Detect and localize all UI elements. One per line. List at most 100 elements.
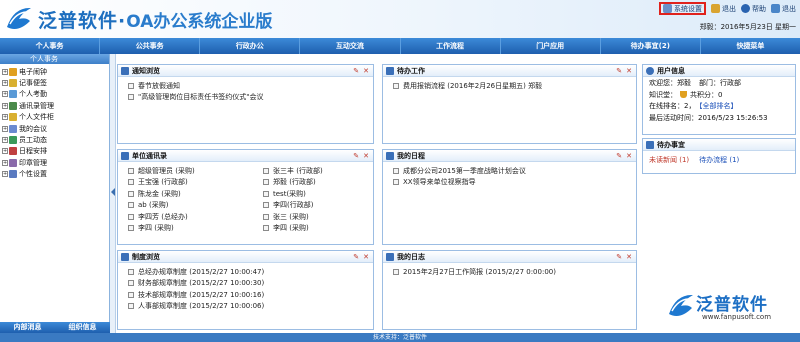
contact-item[interactable]: 张三 (采购) <box>263 211 383 223</box>
nav-personal[interactable]: 个人事务 <box>0 38 101 54</box>
help-link[interactable]: 帮助 <box>741 3 766 14</box>
list-item[interactable]: "高级管理岗位目标责任书签约仪式"会议 <box>128 92 373 104</box>
contact-item[interactable]: 陈龙金 (采购) <box>128 188 263 200</box>
contact-item[interactable]: 超级管理员 (采购) <box>128 165 263 177</box>
unread-news-link[interactable]: 未读新闻 (1) <box>649 155 689 165</box>
edit-icon[interactable]: ✎ <box>353 152 359 160</box>
sidebar-item-alarm[interactable]: + 电子闹钟 <box>2 66 109 77</box>
edit-icon[interactable]: ✎ <box>616 67 622 75</box>
nav-portal[interactable]: 门户应用 <box>501 38 601 54</box>
sidebar-item-attendance[interactable]: + 个人考勤 <box>2 89 109 100</box>
internal-messages-link[interactable]: 内部消息 <box>14 322 42 333</box>
system-settings-label: 系统设置 <box>674 4 702 13</box>
item-label: 陈龙金 (采购) <box>138 189 181 198</box>
contact-item[interactable]: 王宝强 (行政部) <box>128 177 263 189</box>
nav-shortcuts[interactable]: 快捷菜单 <box>701 38 800 54</box>
list-item[interactable]: 总经办规章制度 (2015/2/27 10:00:47) <box>128 266 373 278</box>
sidebar-item-files[interactable]: + 个人文件柜 <box>2 112 109 123</box>
pending-flows-link[interactable]: 待办流程 (1) <box>699 155 739 165</box>
list-item[interactable]: XX领导来单位视察指导 <box>393 177 636 189</box>
logout-link[interactable]: 退出 <box>771 3 796 14</box>
expand-icon[interactable]: + <box>2 68 8 75</box>
expand-icon[interactable]: + <box>2 80 8 87</box>
sidebar-item-label: 记事便签 <box>19 79 47 88</box>
contact-item[interactable]: ab (采购) <box>128 200 263 212</box>
system-settings-link[interactable]: 系统设置 <box>659 2 706 15</box>
todo-icon <box>386 66 394 75</box>
close-icon[interactable]: ✕ <box>626 152 632 160</box>
sidebar-item-schedule[interactable]: + 日程安排 <box>2 146 109 157</box>
calendar-icon <box>386 151 394 160</box>
close-icon[interactable]: ✕ <box>626 253 632 261</box>
sidebar-item-contacts[interactable]: + 通讯录管理 <box>2 100 109 111</box>
item-label: 财务部规章制度 (2015/2/27 10:00:30) <box>138 279 265 288</box>
item-icon <box>128 82 134 89</box>
welcome-row: 欢迎您：郑毅 部门：行政部 <box>643 77 795 89</box>
contact-item[interactable]: 李四 (采购) <box>128 223 263 235</box>
trophy-icon <box>680 91 687 99</box>
org-info-link[interactable]: 组织信息 <box>69 322 97 333</box>
list-item[interactable]: 费用报销流程 (2016年2月26日星期五) 郑毅 <box>393 80 636 92</box>
brand-subtitle: OA办公系统企业版 <box>126 12 273 32</box>
panel-header: 单位通讯录 ✎ ✕ <box>118 150 373 162</box>
item-label: 李四(行政部) <box>273 201 314 210</box>
contact-item[interactable]: test(采购) <box>263 188 383 200</box>
item-label: 李四芳 (总经办) <box>138 212 188 221</box>
panel-header: 我的日志 ✎ ✕ <box>383 251 636 263</box>
contact-item[interactable]: 李四(行政部) <box>263 200 383 212</box>
item-icon <box>128 291 134 298</box>
expand-icon[interactable]: + <box>2 137 8 144</box>
expand-icon[interactable]: + <box>2 91 8 98</box>
close-icon[interactable]: ✕ <box>363 152 369 160</box>
all-ranks-link[interactable]: 【全部排名】 <box>695 101 737 111</box>
logout-label: 退出 <box>782 4 796 13</box>
close-icon[interactable]: ✕ <box>626 67 632 75</box>
expand-icon[interactable]: + <box>2 102 8 109</box>
list-item[interactable]: 技术部规章制度 (2015/2/27 10:00:16) <box>128 289 373 301</box>
date-display: 郑毅：2016年5月23日 星期一 <box>699 23 796 31</box>
expand-icon[interactable]: + <box>2 148 8 155</box>
item-label: 人事部规章制度 (2015/2/27 10:00:06) <box>138 302 265 311</box>
contact-item[interactable]: 李四 (采购) <box>263 223 383 235</box>
sidebar-item-notes[interactable]: + 记事便签 <box>2 77 109 88</box>
edit-icon[interactable]: ✎ <box>616 253 622 261</box>
close-icon[interactable]: ✕ <box>363 253 369 261</box>
exit-link[interactable]: 退出 <box>711 3 736 14</box>
sidebar-item-label: 电子闹钟 <box>19 67 47 76</box>
contact-item[interactable]: 李四芳 (总经办) <box>128 211 263 223</box>
panel-tools: ✎ ✕ <box>353 67 369 75</box>
pending-icon <box>646 140 654 149</box>
points-text: 共积分：0 <box>690 90 723 99</box>
list-item[interactable]: 人事部规章制度 (2015/2/27 10:00:06) <box>128 301 373 313</box>
nav-public[interactable]: 公共事务 <box>100 38 201 54</box>
expand-icon[interactable]: + <box>2 159 8 166</box>
sidebar-item-settings[interactable]: + 个性设置 <box>2 169 109 180</box>
nav-interaction[interactable]: 互动交流 <box>300 38 401 54</box>
expand-icon[interactable]: + <box>2 125 8 132</box>
close-icon[interactable]: ✕ <box>363 67 369 75</box>
nav-admin[interactable]: 行政办公 <box>200 38 301 54</box>
sidebar-item-seal[interactable]: + 印章管理 <box>2 157 109 168</box>
list-item[interactable]: 财务部规章制度 (2015/2/27 10:00:30) <box>128 278 373 290</box>
exit-label: 退出 <box>722 4 736 13</box>
list-item[interactable]: 2015年2月27日工作简报 (2015/2/27 0:00:00) <box>393 266 636 278</box>
contact-item[interactable]: 郑毅 (行政部) <box>263 177 383 189</box>
brand-logo-icon <box>7 7 31 29</box>
item-icon <box>393 268 399 275</box>
nav-workflow[interactable]: 工作流程 <box>401 38 501 54</box>
edit-icon[interactable]: ✎ <box>353 67 359 75</box>
edit-icon[interactable]: ✎ <box>616 152 622 160</box>
sidebar-item-staff[interactable]: + 员工动态 <box>2 134 109 145</box>
contact-item[interactable]: 张三丰 (行政部) <box>263 165 383 177</box>
nav-pending[interactable]: 待办事宜(2) <box>601 38 701 54</box>
list-item[interactable]: 成都分公司2015第一季度战略计划会议 <box>393 165 636 177</box>
user-icon <box>646 66 654 75</box>
knowledge-row: 知识堂： 共积分：0 <box>643 89 795 101</box>
collapse-arrow-icon[interactable] <box>111 188 115 196</box>
expand-icon[interactable]: + <box>2 171 8 178</box>
list-item[interactable]: 春节放假通知 <box>128 80 373 92</box>
sidebar-item-meetings[interactable]: + 我的会议 <box>2 123 109 134</box>
expand-icon[interactable]: + <box>2 114 8 121</box>
sidebar-item-label: 通讯录管理 <box>19 101 54 110</box>
edit-icon[interactable]: ✎ <box>353 253 359 261</box>
